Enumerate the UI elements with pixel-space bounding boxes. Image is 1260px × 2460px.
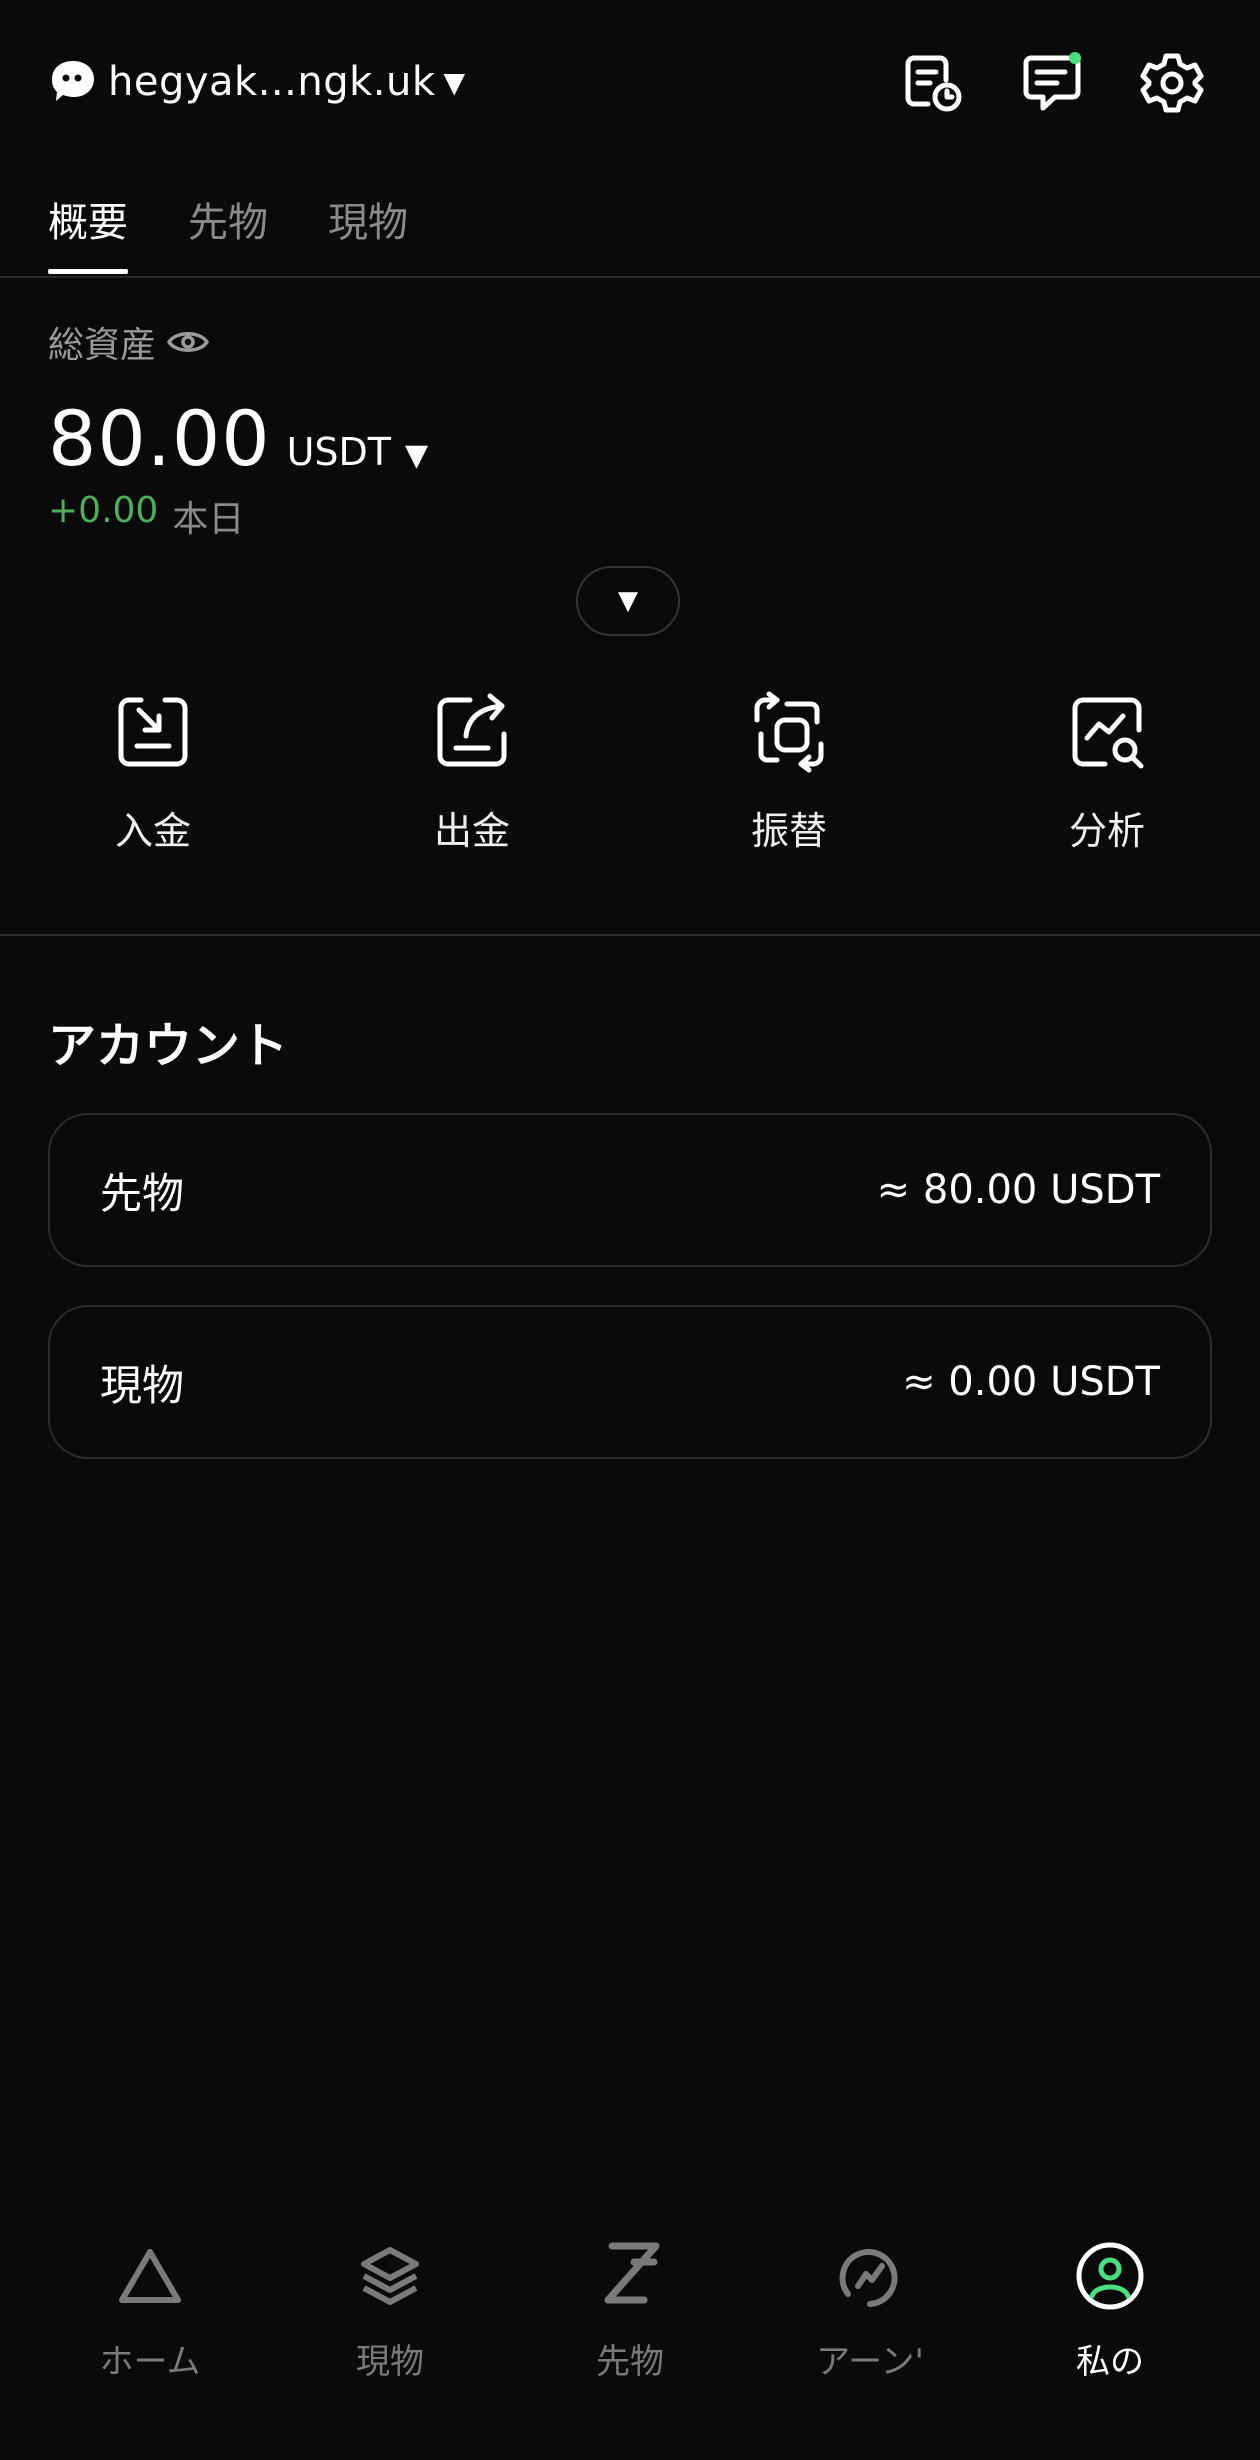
- chevron-down-icon: ▼: [443, 65, 466, 99]
- account-value: ≈ 80.00 USDT: [876, 1167, 1160, 1213]
- balance-value: 80.00: [48, 394, 271, 483]
- nav-label: ホーム: [99, 2342, 201, 2382]
- nav-label: 現物: [356, 2342, 424, 2382]
- nav-label: アーン': [816, 2342, 924, 2382]
- deposit-icon: [118, 697, 188, 767]
- messages-icon[interactable]: [1017, 48, 1087, 118]
- account-switcher[interactable]: hegyak...ngk.uk ▼: [48, 52, 465, 112]
- daily-pnl: +0.00 本日: [48, 490, 244, 542]
- section-divider: [0, 934, 1260, 936]
- earn-icon: [839, 2249, 898, 2307]
- tabs-divider: [0, 276, 1260, 278]
- profile-icon: [1076, 2242, 1144, 2310]
- total-balance: 80.00 USDT ▼: [48, 394, 428, 483]
- account-name: hegyak...ngk.uk: [108, 59, 436, 105]
- tab-futures[interactable]: 先物: [188, 190, 268, 272]
- spot-icon: [361, 2247, 419, 2305]
- nav-futures[interactable]: 先物: [530, 2240, 730, 2383]
- nav-home[interactable]: ホーム: [50, 2240, 250, 2383]
- expand-button[interactable]: ▼: [576, 566, 680, 636]
- notification-dot: [1069, 52, 1081, 64]
- eye-icon[interactable]: [166, 325, 210, 359]
- transfer-icon: [754, 691, 824, 773]
- nav-spot[interactable]: 現物: [290, 2240, 490, 2383]
- account-value: ≈ 0.00 USDT: [902, 1359, 1160, 1405]
- pnl-period: 本日: [172, 499, 245, 540]
- asset-tabs: 概要 先物 現物: [48, 190, 468, 274]
- total-assets-text: 総資産: [48, 325, 157, 366]
- deposit-label: 入金: [114, 809, 191, 853]
- futures-icon: [604, 2242, 660, 2304]
- account-card-spot[interactable]: 現物 ≈ 0.00 USDT: [48, 1305, 1212, 1459]
- order-history-icon[interactable]: [898, 48, 968, 118]
- accounts-title: アカウント: [48, 1018, 289, 1074]
- chevron-down-icon[interactable]: ▼: [405, 438, 428, 473]
- account-name: 現物: [100, 1360, 185, 1410]
- nav-earn[interactable]: アーン': [770, 2240, 970, 2383]
- account-name: 先物: [100, 1168, 185, 1218]
- nav-profile[interactable]: 私の: [1010, 2240, 1210, 2383]
- account-card-futures[interactable]: 先物 ≈ 80.00 USDT: [48, 1113, 1212, 1267]
- analysis-button[interactable]: 分析: [1007, 690, 1207, 855]
- transfer-button[interactable]: 振替: [689, 690, 889, 855]
- analysis-icon: [1072, 697, 1144, 769]
- nav-label: 先物: [596, 2342, 664, 2382]
- transfer-label: 振替: [750, 809, 827, 853]
- withdraw-icon: [437, 693, 507, 767]
- home-icon: [119, 2249, 181, 2303]
- nav-label: 私の: [1076, 2342, 1144, 2382]
- total-assets-label: 総資産: [48, 316, 210, 368]
- deposit-button[interactable]: 入金: [53, 690, 253, 855]
- chevron-down-icon: ▼: [618, 586, 638, 616]
- tab-spot[interactable]: 現物: [328, 190, 408, 272]
- currency-selector[interactable]: USDT: [287, 430, 391, 474]
- analysis-label: 分析: [1068, 809, 1145, 853]
- settings-icon[interactable]: [1137, 48, 1207, 118]
- withdraw-label: 出金: [433, 809, 510, 853]
- brand-logo-icon: [52, 61, 94, 101]
- tab-overview[interactable]: 概要: [48, 190, 128, 274]
- withdraw-button[interactable]: 出金: [372, 690, 572, 855]
- pnl-value: +0.00: [48, 490, 159, 531]
